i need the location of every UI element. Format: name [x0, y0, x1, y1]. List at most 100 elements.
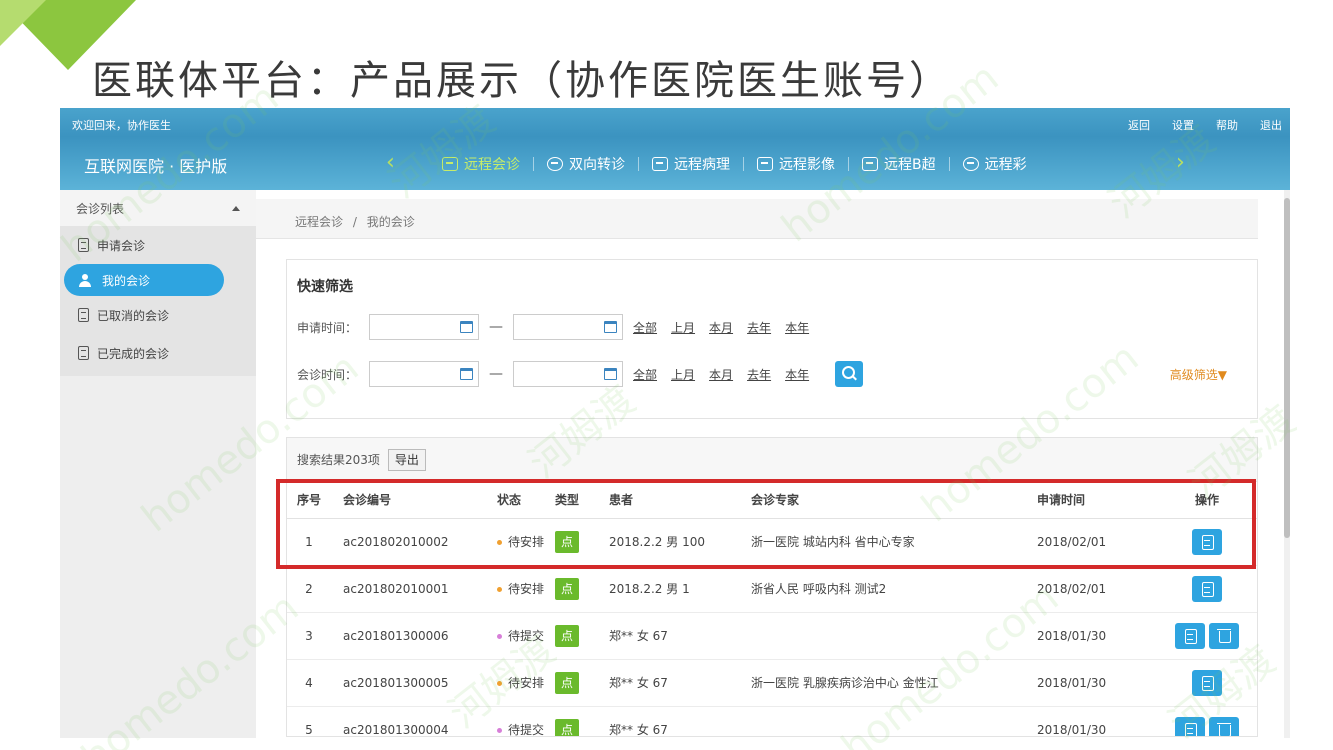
- sidebar-item-label: 我的会诊: [102, 273, 151, 288]
- apply-time-start-input[interactable]: [369, 314, 479, 340]
- view-details-button[interactable]: [1175, 716, 1205, 736]
- sidebar-item-label: 已完成的会诊: [97, 346, 170, 361]
- cell-index: 5: [287, 706, 331, 736]
- caret-up-icon: [232, 205, 240, 211]
- settings-link[interactable]: 设置: [1172, 117, 1194, 133]
- type-badge: 点: [555, 671, 579, 694]
- export-button[interactable]: 导出: [387, 448, 426, 471]
- consult-time-row: 会诊时间： — 全部 上月 本月 去年 本年: [297, 361, 864, 387]
- cell-actions: [1157, 518, 1257, 566]
- sidebar-item-cancelled-consultations[interactable]: 已取消的会诊: [60, 296, 256, 334]
- table-row[interactable]: 1 ac201802010002 待安排点 2018.2.2 男 100 浙一医院 城站…: [287, 518, 1257, 566]
- delete-button[interactable]: [1209, 716, 1239, 736]
- sidebar-section-title: 会诊列表: [76, 201, 125, 216]
- quick-link-last-year[interactable]: 去年: [747, 319, 771, 336]
- nav-label: 远程彩: [984, 157, 1027, 173]
- status-text: 待提交: [508, 629, 545, 643]
- calendar-icon[interactable]: [460, 368, 473, 380]
- cell-patient: 郑** 女 67: [609, 612, 751, 660]
- quick-link-last-month[interactable]: 上月: [671, 319, 695, 336]
- quick-link-this-month[interactable]: 本月: [709, 366, 733, 383]
- cell-code: ac201802010001: [331, 565, 485, 613]
- scrollbar-thumb[interactable]: [1284, 198, 1290, 538]
- calendar-icon[interactable]: [460, 321, 473, 333]
- table-row[interactable]: 5 ac201801300004 待提交点 郑** 女 67 2018/01/30: [287, 706, 1257, 737]
- status-dot: [497, 587, 502, 592]
- cell-expert: [751, 612, 1037, 660]
- nav-next-arrow[interactable]: ›: [1176, 150, 1185, 175]
- nav-label: 远程B超: [884, 157, 936, 173]
- status-dot: [497, 540, 502, 545]
- nav-label: 双向转诊: [569, 157, 625, 173]
- view-details-button[interactable]: [1192, 669, 1222, 696]
- calendar-icon[interactable]: [604, 368, 617, 380]
- view-details-button[interactable]: [1175, 622, 1205, 649]
- cell-actions: [1157, 565, 1257, 613]
- quick-link-this-year[interactable]: 本年: [785, 319, 809, 336]
- consult-time-end-input[interactable]: [513, 361, 623, 387]
- nav-remote-color-doppler[interactable]: 远程彩: [962, 154, 1027, 174]
- clipboard-icon: [78, 238, 89, 252]
- help-link[interactable]: 帮助: [1216, 117, 1238, 133]
- cell-patient: 郑** 女 67: [609, 659, 751, 707]
- cell-status: 待安排: [485, 659, 555, 707]
- nav-remote-consultation[interactable]: 远程会诊: [442, 154, 520, 174]
- status-dot: [497, 728, 502, 733]
- nav-label: 远程病理: [674, 157, 730, 173]
- cell-type: 点: [555, 518, 609, 566]
- nav-remote-ultrasound[interactable]: 远程B超: [862, 154, 936, 174]
- cell-actions: [1157, 659, 1257, 707]
- status-text: 待提交: [508, 723, 545, 737]
- col-patient: 患者: [609, 482, 751, 519]
- quick-link-this-year[interactable]: 本年: [785, 366, 809, 383]
- table-row[interactable]: 4 ac201801300005 待安排点 郑** 女 67 浙一医院 乳腺疾病诊治中心…: [287, 659, 1257, 707]
- nav-two-way-referral[interactable]: 双向转诊: [547, 154, 625, 174]
- delete-button[interactable]: [1209, 622, 1239, 649]
- table-row[interactable]: 2 ac201802010001 待安排点 2018.2.2 男 1 浙省人民 呼吸内科…: [287, 565, 1257, 613]
- col-code: 会诊编号: [331, 482, 485, 519]
- quick-link-this-month[interactable]: 本月: [709, 319, 733, 336]
- quick-filter-panel: 快速筛选 申请时间： — 全部 上月 本月 去年 本年 会诊时间： — 全部 上…: [286, 259, 1258, 419]
- monitor-icon: [442, 157, 458, 171]
- quick-link-all[interactable]: 全部: [633, 366, 657, 383]
- advanced-filter-toggle[interactable]: 高级筛选▼: [1170, 366, 1227, 383]
- consult-time-start-input[interactable]: [369, 361, 479, 387]
- quick-link-all[interactable]: 全部: [633, 319, 657, 336]
- calendar-icon[interactable]: [604, 321, 617, 333]
- quick-link-last-month[interactable]: 上月: [671, 366, 695, 383]
- consult-time-label: 会诊时间：: [297, 367, 358, 382]
- view-details-button[interactable]: [1192, 528, 1222, 555]
- type-badge: 点: [555, 624, 579, 647]
- cell-type: 点: [555, 612, 609, 660]
- sidebar-section-header[interactable]: 会诊列表: [60, 190, 256, 226]
- search-button[interactable]: [835, 361, 864, 387]
- sidebar-item-completed-consultations[interactable]: 已完成的会诊: [60, 334, 256, 372]
- cell-code: ac201801300004: [331, 706, 485, 736]
- back-link[interactable]: 返回: [1128, 117, 1150, 133]
- cell-type: 点: [555, 565, 609, 613]
- quick-link-last-year[interactable]: 去年: [747, 366, 771, 383]
- table-header-row: 序号 会诊编号 状态 类型 患者 会诊专家 申请时间 操作: [287, 482, 1257, 519]
- table-row[interactable]: 3 ac201801300006 待提交点 郑** 女 67 2018/01/30: [287, 612, 1257, 660]
- cell-patient: 郑** 女 67: [609, 706, 751, 736]
- cell-apply-date: 2018/02/01: [1037, 518, 1157, 566]
- nav-separator: [638, 157, 639, 171]
- cell-expert: 浙一医院 城站内科 省中心专家: [751, 518, 1037, 566]
- medkit-icon: [862, 157, 878, 171]
- nav-remote-pathology[interactable]: 远程病理: [652, 154, 730, 174]
- sidebar-item-my-consultations[interactable]: 我的会诊: [64, 264, 224, 296]
- cell-code: ac201801300005: [331, 659, 485, 707]
- nav-separator: [848, 157, 849, 171]
- sidebar-item-apply-consultation[interactable]: 申请会诊: [60, 226, 256, 264]
- apply-time-end-input[interactable]: [513, 314, 623, 340]
- status-text: 待安排: [508, 582, 545, 596]
- type-badge: 点: [555, 577, 579, 600]
- col-type: 类型: [555, 482, 609, 519]
- cell-apply-date: 2018/01/30: [1037, 612, 1157, 660]
- breadcrumb-item-remote-consultation[interactable]: 远程会诊: [295, 215, 343, 229]
- nav-remote-imaging[interactable]: 远程影像: [757, 154, 835, 174]
- users-icon: [78, 273, 94, 287]
- logout-link[interactable]: 退出: [1260, 117, 1282, 133]
- view-details-button[interactable]: [1192, 575, 1222, 602]
- nav-prev-arrow[interactable]: ‹: [386, 150, 395, 175]
